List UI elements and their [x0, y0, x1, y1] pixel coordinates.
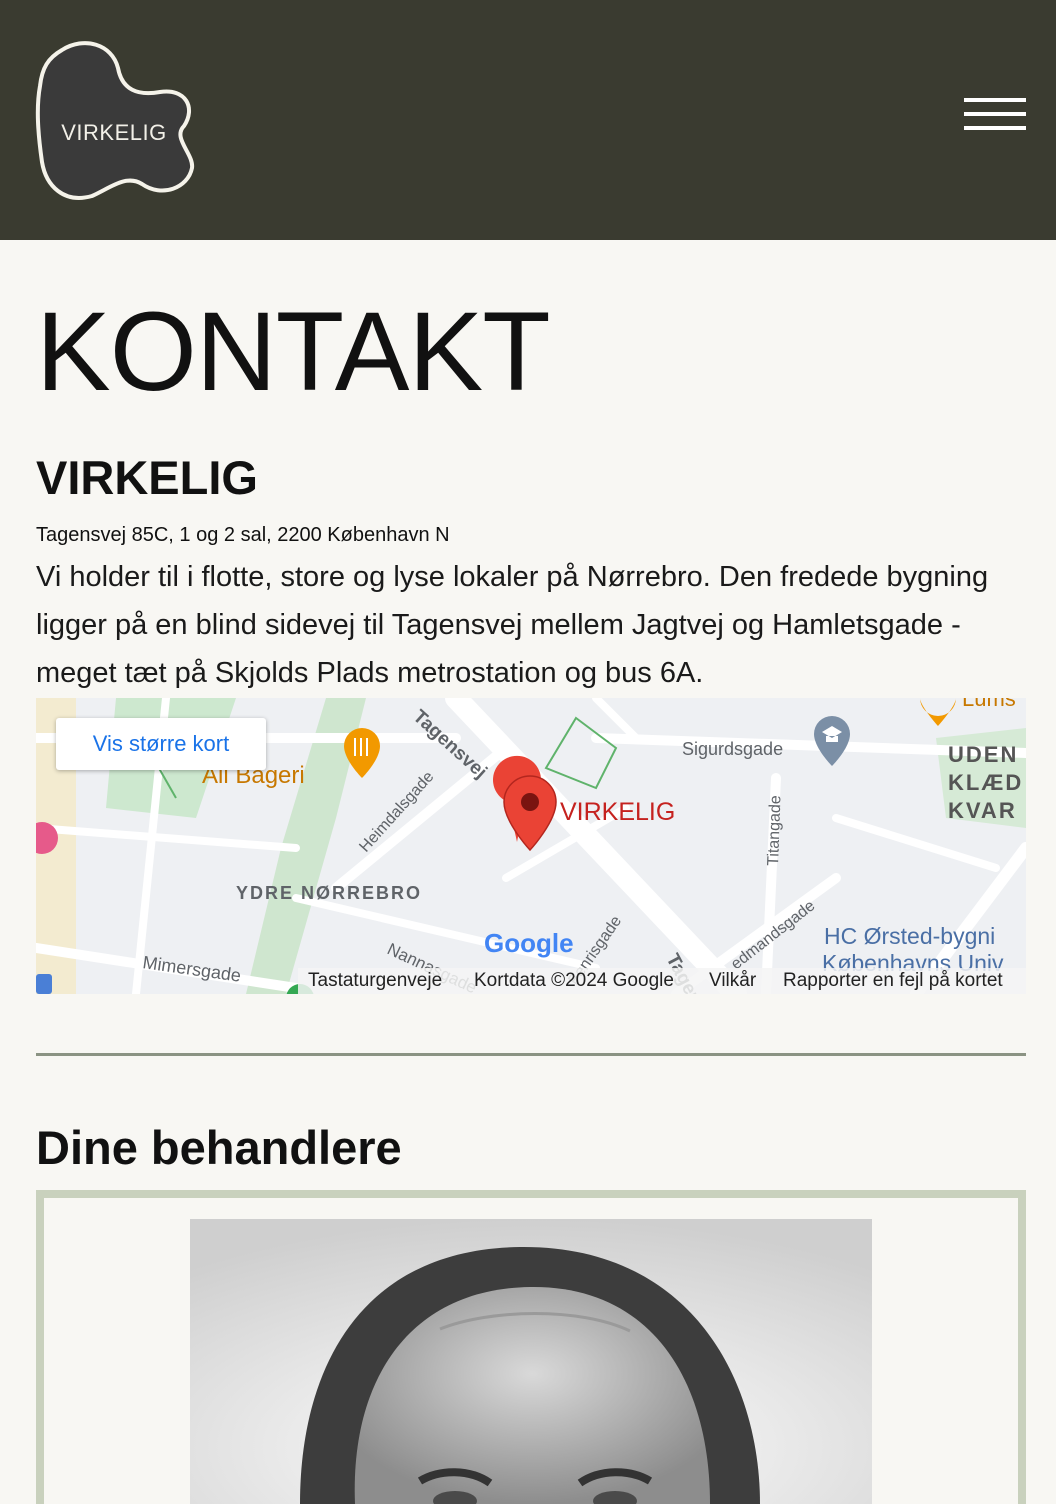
report-error-link[interactable]: Rapporter en fejl på kortet	[783, 968, 1003, 994]
transit-icon[interactable]	[36, 974, 52, 994]
map-label-area: KLÆD	[948, 770, 1023, 795]
page-title: KONTAKT	[36, 289, 551, 414]
google-logo: Google	[484, 928, 574, 958]
logo-text: VIRKELIG	[61, 120, 167, 145]
address: Tagensvej 85C, 1 og 2 sal, 2200 Københav…	[36, 524, 450, 546]
therapists-title: Dine behandlere	[36, 1121, 402, 1174]
menu-bar	[964, 112, 1026, 116]
view-larger-map-button[interactable]: Vis større kort	[56, 718, 266, 770]
menu-icon[interactable]	[964, 98, 1026, 134]
map-label-top-partial: Lums	[962, 698, 1016, 711]
portrait-image	[190, 1219, 872, 1504]
therapist-photo	[190, 1219, 872, 1504]
menu-bar	[964, 126, 1026, 130]
map-label-titangade: Titangade	[765, 795, 784, 866]
site-header: VIRKELIG	[0, 0, 1056, 240]
terms-link[interactable]: Vilkår	[709, 968, 756, 994]
map-data-text: Kortdata ©2024 Google	[474, 970, 674, 991]
map-label-area: KVAR	[948, 798, 1017, 823]
map-label-sigurdsgade: Sigurdsgade	[682, 739, 783, 759]
map-footer: Tastaturgenveje Kortdata ©2024 Google Vi…	[298, 968, 1026, 994]
virkelig-logo[interactable]: VIRKELIG	[34, 38, 198, 202]
map-label-district: YDRE NØRREBRO	[236, 883, 422, 903]
embedded-map[interactable]: Tagensvej Tagens Heimdalsgade Sigurdsgad…	[36, 698, 1026, 994]
map-label-hc-orsted: HC Ørsted-bygni	[824, 923, 995, 949]
keyboard-shortcuts-link[interactable]: Tastaturgenveje	[308, 968, 442, 994]
section-divider	[36, 1053, 1026, 1056]
menu-bar	[964, 98, 1026, 102]
map-label-area: UDEN	[948, 742, 1018, 767]
brand-heading: VIRKELIG	[36, 451, 258, 504]
marker-label: VIRKELIG	[560, 798, 676, 826]
description: Vi holder til i flotte, store og lyse lo…	[36, 561, 989, 689]
